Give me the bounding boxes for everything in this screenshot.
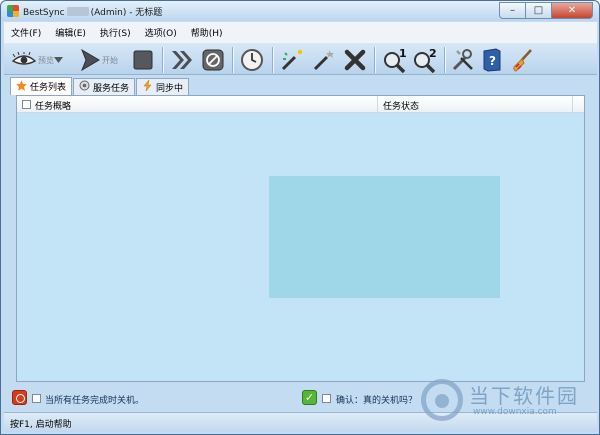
watermark-title: 当下软件园 [469, 384, 579, 408]
start-label: 开始 [102, 55, 118, 65]
schedule-button[interactable] [240, 48, 264, 72]
sync-icon [142, 79, 153, 94]
clock-icon [240, 48, 264, 72]
column-summary[interactable]: 任务概略 [35, 99, 71, 112]
select-all-checkbox[interactable] [22, 100, 31, 109]
broom-icon [510, 48, 534, 72]
window-title: BestSync (Admin) - 无标题 [23, 5, 162, 18]
menu-file[interactable]: 文件(F) [4, 26, 48, 39]
stop-icon [132, 49, 154, 71]
search-2-icon: 2 [412, 47, 438, 73]
svg-text:1: 1 [399, 47, 407, 60]
eye-icon [12, 52, 36, 68]
title-prefix: BestSync [23, 8, 65, 18]
new-task-button[interactable] [280, 48, 304, 72]
tab-syncing-label: 同步中 [156, 83, 184, 94]
menu-help[interactable]: 帮助(H) [184, 26, 230, 39]
fast-forward-icon [170, 49, 194, 71]
tab-task-list[interactable]: 任务列表 [10, 77, 73, 95]
shutdown-checkbox[interactable] [32, 394, 41, 403]
toolbar-divider [272, 47, 273, 73]
title-bar[interactable]: BestSync (Admin) - 无标题 – □ ✕ [1, 1, 599, 21]
column-divider [572, 96, 573, 113]
svg-text:2: 2 [429, 47, 437, 60]
toolbar-divider [162, 47, 163, 73]
menu-bar: 文件(F) 编辑(E) 执行(S) 选项(O) 帮助(H) [4, 22, 597, 42]
shutdown-label: 当所有任务完成时关机。 [45, 396, 145, 406]
window-controls: – □ ✕ [499, 2, 593, 19]
preview-button[interactable]: 预览 [12, 48, 63, 72]
tab-syncing[interactable]: 同步中 [136, 78, 190, 95]
watermark-logo-icon [421, 379, 463, 421]
checkmark-icon: ✓ [302, 390, 317, 405]
cancel-button[interactable] [202, 48, 224, 72]
task-list-header: 任务概略 任务状态 [17, 96, 584, 113]
clean-button[interactable] [510, 48, 534, 72]
task-list-panel[interactable]: 任务概略 任务状态 [16, 95, 585, 382]
tab-service-tasks[interactable]: 服务任务 [73, 78, 136, 95]
confirm-shutdown-label: 确认：真的关机吗？ [336, 396, 418, 406]
tools-icon [451, 48, 475, 72]
minimize-button[interactable]: – [499, 2, 525, 19]
start-button[interactable]: 开始 [80, 48, 118, 72]
edit-task-wand-icon [312, 48, 336, 72]
menu-edit[interactable]: 编辑(E) [48, 26, 93, 39]
confirm-shutdown-checkbox[interactable] [322, 394, 331, 403]
close-button[interactable]: ✕ [551, 2, 593, 19]
maximize-button[interactable]: □ [525, 2, 551, 19]
edit-task-button[interactable] [312, 48, 336, 72]
find-1-button[interactable]: 1 [382, 47, 408, 73]
new-task-wand-icon [280, 48, 304, 72]
svg-text:?: ? [489, 54, 496, 68]
stop-button[interactable] [132, 48, 154, 72]
delete-icon [344, 49, 366, 71]
column-status[interactable]: 任务状态 [383, 99, 419, 112]
toolbar: 预览 开始 1 2 ? [4, 42, 597, 75]
help-book-icon: ? [482, 48, 502, 72]
cancel-icon [202, 49, 224, 71]
play-icon [80, 49, 100, 71]
tab-strip: 任务列表 服务任务 同步中 [10, 77, 190, 95]
toolbar-divider [374, 47, 375, 73]
tools-button[interactable] [451, 48, 475, 72]
chevron-down-icon [54, 57, 63, 63]
status-text: 按F1, 启动帮助 [10, 420, 72, 430]
selection-rectangle [269, 176, 500, 298]
run-all-button[interactable] [170, 48, 194, 72]
delete-task-button[interactable] [344, 48, 366, 72]
site-watermark: 当下软件园 www.downxia.com [421, 377, 597, 429]
column-divider [377, 96, 378, 113]
redacted-version [66, 7, 89, 16]
service-icon [79, 80, 90, 94]
preview-label: 预览 [38, 55, 54, 65]
menu-execute[interactable]: 执行(S) [93, 26, 138, 39]
tab-service-tasks-label: 服务任务 [93, 83, 130, 94]
power-icon [12, 390, 27, 405]
app-logo-icon [7, 5, 19, 17]
tab-task-list-label: 任务列表 [30, 83, 67, 93]
watermark-url: www.downxia.com [473, 407, 557, 417]
find-2-button[interactable]: 2 [412, 47, 438, 73]
search-1-icon: 1 [382, 47, 408, 73]
help-button[interactable]: ? [482, 48, 502, 72]
star-icon [16, 79, 27, 94]
title-suffix: (Admin) - 无标题 [90, 8, 163, 18]
menu-options[interactable]: 选项(O) [138, 26, 184, 39]
toolbar-divider [232, 47, 233, 73]
toolbar-divider [444, 47, 445, 73]
app-window: BestSync (Admin) - 无标题 – □ ✕ 文件(F) 编辑(E) … [0, 0, 600, 435]
